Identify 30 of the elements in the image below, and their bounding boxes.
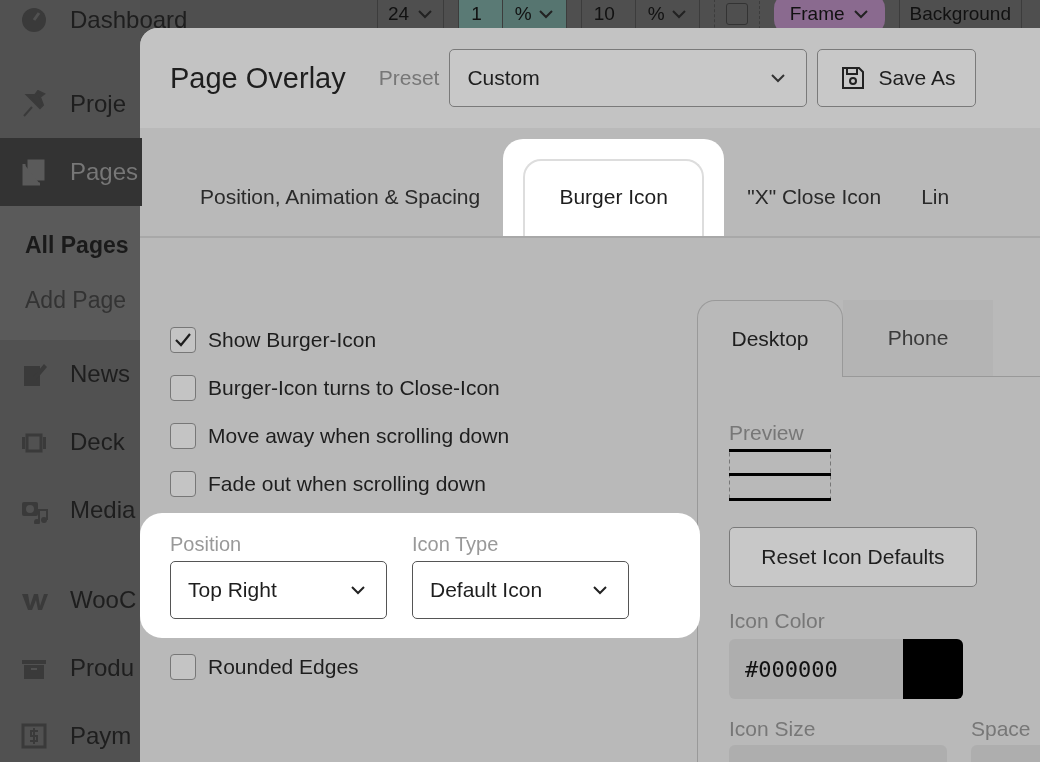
checkbox-label: Burger-Icon turns to Close-Icon bbox=[208, 376, 500, 400]
dropdown[interactable]: Top Right bbox=[170, 561, 387, 619]
sidebar-item[interactable]: Pages bbox=[0, 138, 143, 206]
checkbox-label: Fade out when scrolling down bbox=[208, 472, 486, 496]
tab[interactable]: Lin bbox=[901, 158, 970, 236]
dropdown[interactable]: Default Icon bbox=[412, 561, 629, 619]
unit-field[interactable]: 1 % bbox=[458, 0, 567, 28]
preset-label: Preset bbox=[378, 66, 440, 90]
reset-icon-defaults-button[interactable]: Reset Icon Defaults bbox=[729, 527, 977, 587]
sidebar-label: Pages bbox=[70, 158, 139, 186]
save-as-button[interactable]: Save As bbox=[817, 49, 977, 107]
checkbox-label: Show Burger-Icon bbox=[208, 328, 377, 352]
submenu-item[interactable]: All Pages bbox=[0, 218, 140, 273]
device-tab[interactable]: Phone bbox=[843, 300, 993, 377]
space-label: Space bbox=[971, 717, 1031, 741]
checkbox-label: Move away when scrolling down bbox=[208, 424, 510, 448]
field-label: Icon Type bbox=[412, 533, 500, 556]
checkbox-label: Rounded Edges bbox=[208, 655, 359, 679]
device-tab[interactable]: Desktop bbox=[697, 300, 843, 377]
tab[interactable]: Position, Animation & Spacing bbox=[180, 158, 501, 236]
dialog-title: Page Overlay bbox=[170, 61, 346, 95]
icon-color-label: Icon Color bbox=[729, 609, 825, 633]
field-label: Position bbox=[170, 533, 243, 556]
frame-dropdown[interactable]: Frame bbox=[773, 0, 885, 28]
color-field[interactable]: #000000 bbox=[729, 639, 963, 699]
preset-select[interactable]: Custom bbox=[449, 49, 808, 107]
icon-size-label: Icon Size bbox=[729, 717, 817, 741]
tab[interactable]: "X" Close Icon bbox=[727, 158, 902, 236]
preview-label: Preview bbox=[729, 421, 804, 445]
tab[interactable]: Burger Icon bbox=[523, 159, 705, 236]
